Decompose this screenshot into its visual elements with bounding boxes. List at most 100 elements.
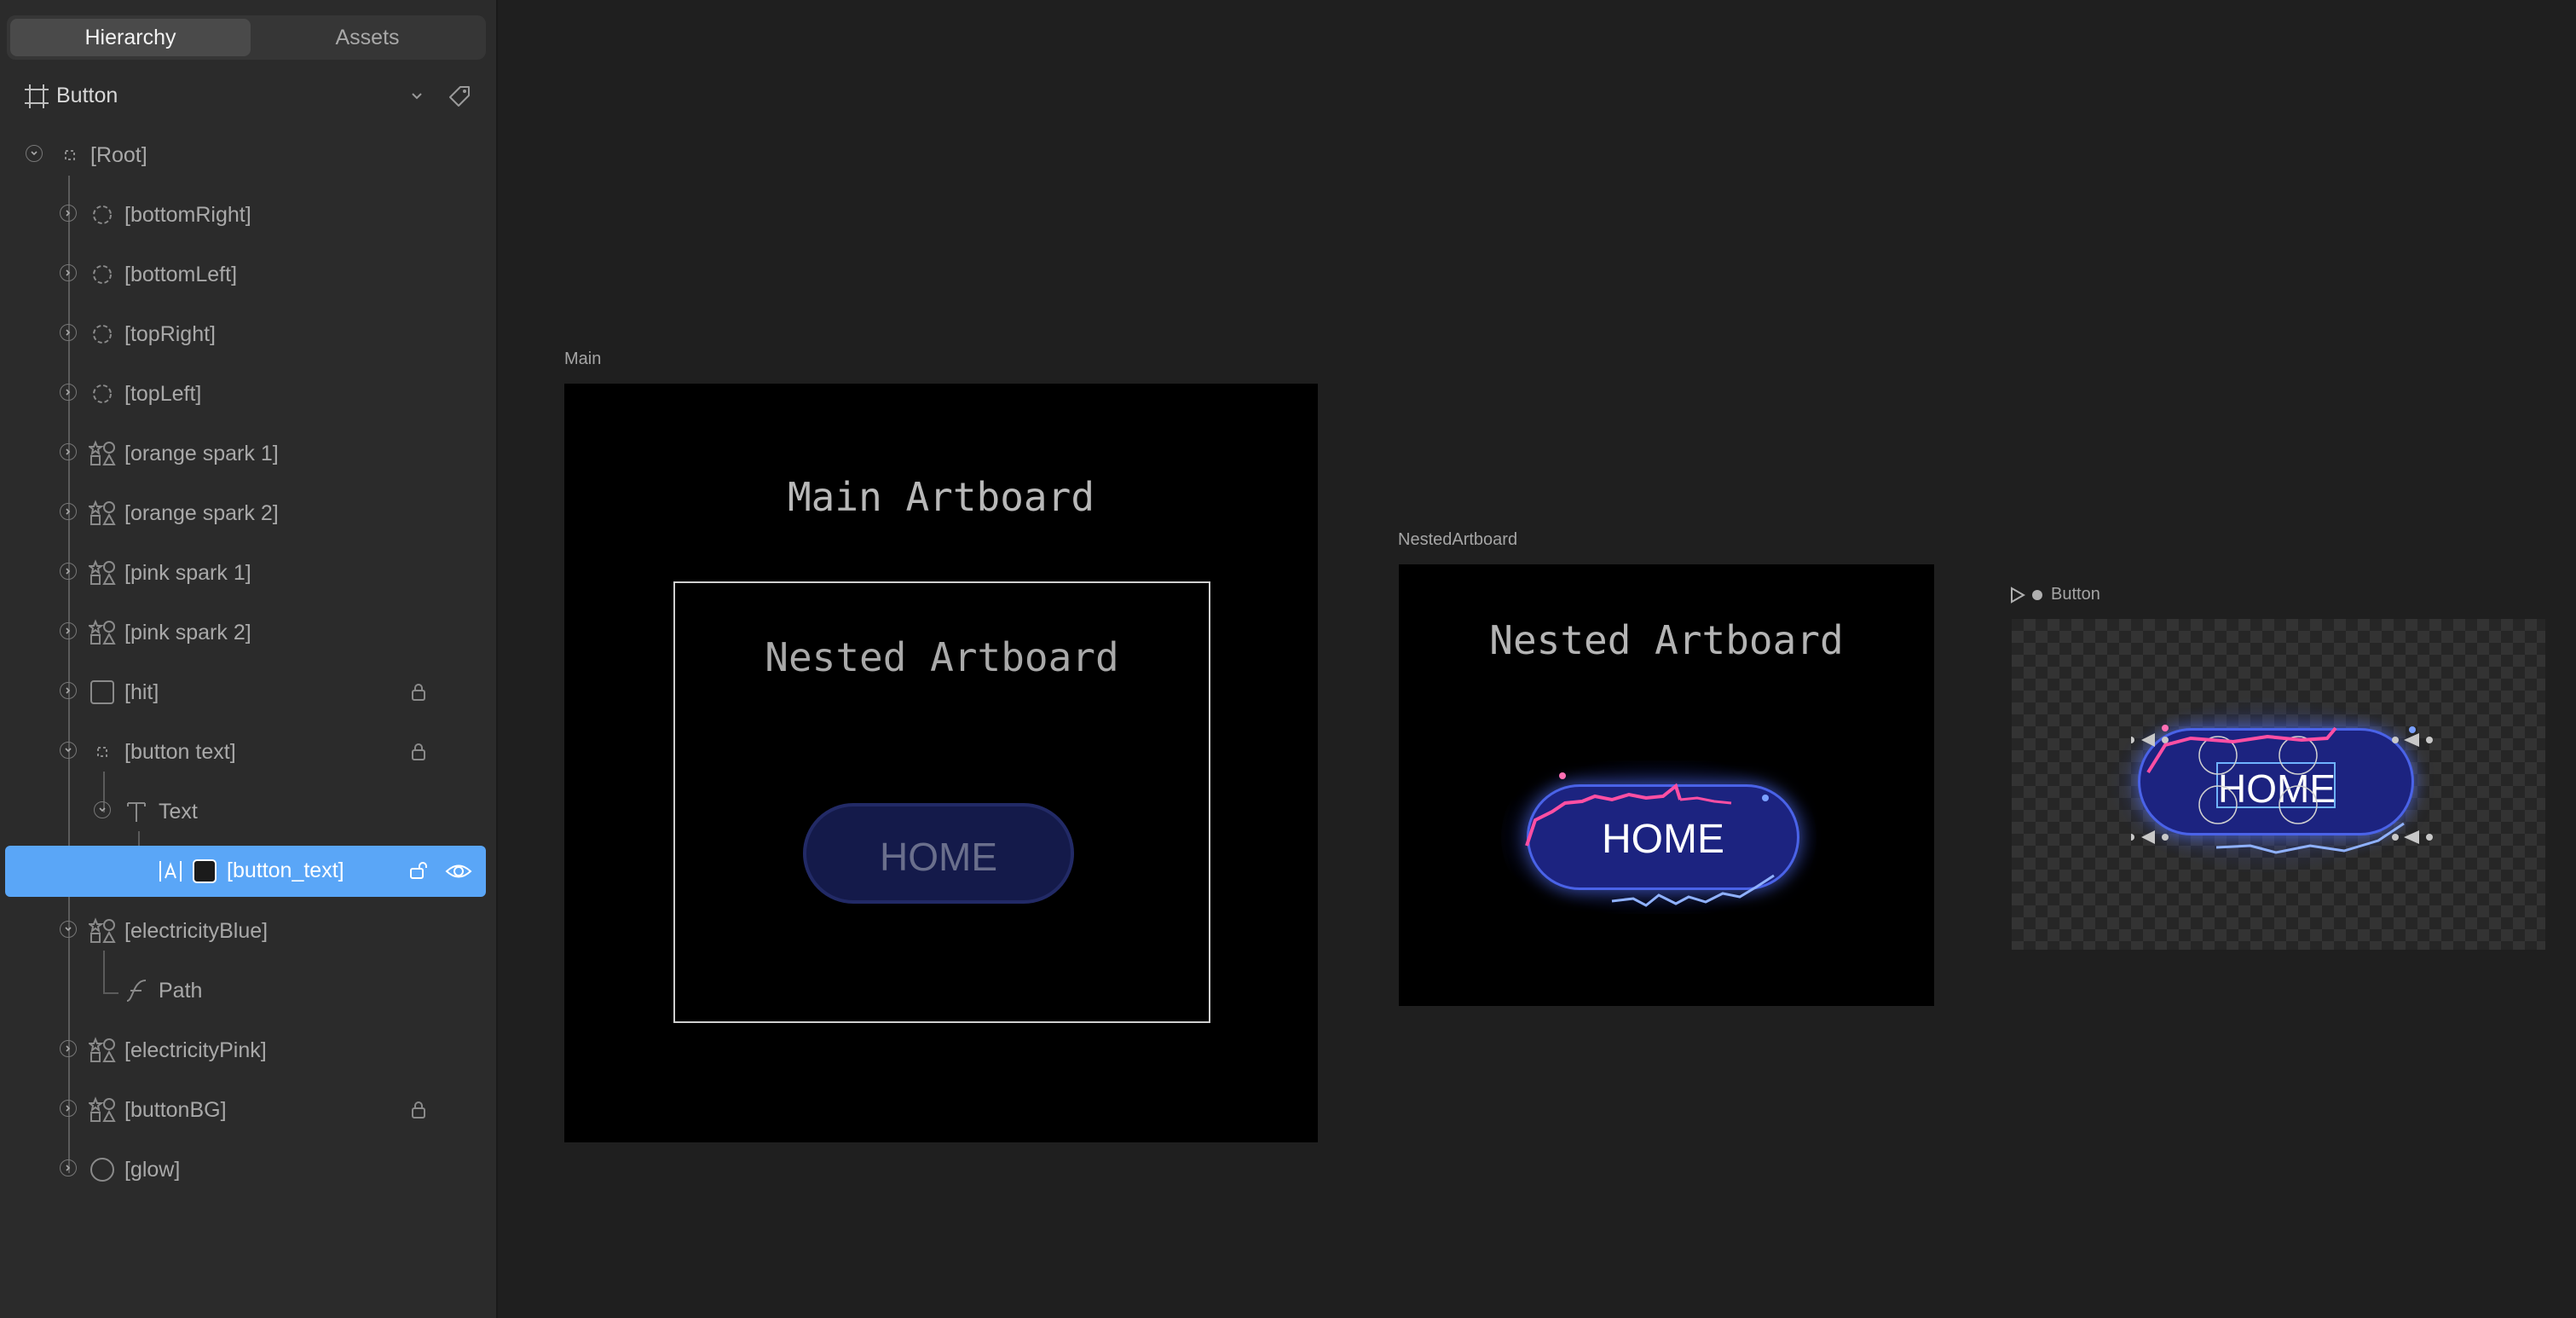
tree-label: [hit] [124,680,159,704]
tree-row-buttonBG[interactable]: [buttonBG] [0,1088,498,1132]
chevron-right-icon [66,269,71,276]
expand-toggle[interactable] [60,563,77,580]
chevron-down-icon [65,927,72,932]
tree-label: [glow] [124,1158,181,1182]
tree-label: [electricityBlue] [124,919,269,943]
chevron-right-icon [66,448,71,455]
frame-icon [25,84,49,108]
tree-row-root[interactable]: [Root] [0,133,498,177]
tree-row-pink-spark-1[interactable]: [pink spark 1] [0,551,498,595]
lock-icon[interactable] [407,1099,430,1121]
artboard-button[interactable]: HOME [2012,619,2545,950]
group-icon [97,747,107,757]
tree-row-bottomLeft[interactable]: [bottomLeft] [0,252,498,297]
tree-label: [topLeft] [124,382,202,406]
tree-row-path[interactable]: Path [0,968,498,1013]
main-artboard-heading: Main Artboard [787,474,1095,520]
tree-row-orange-spark-2[interactable]: [orange spark 2] [0,491,498,535]
tree-row-topRight[interactable]: [topRight] [0,312,498,356]
tree-label: [pink spark 2] [124,621,251,645]
shapes-icon [89,440,116,465]
tree-row-electricityBlue[interactable]: [electricityBlue] [0,909,498,953]
rectangle-icon [90,680,114,704]
nested-artboard-heading: Nested Artboard [765,634,1119,680]
expand-toggle[interactable] [60,622,77,639]
tag-icon[interactable] [447,84,472,109]
tree-row-button-text[interactable]: [button text] [0,730,498,774]
tree-label: [orange spark 1] [124,442,279,465]
shapes-icon [89,559,116,585]
lock-icon[interactable] [407,681,430,703]
electricity-effect [1525,772,1775,907]
tab-assets[interactable]: Assets [252,19,482,56]
tree-row-topLeft[interactable]: [topLeft] [0,372,498,416]
expand-toggle[interactable] [60,1040,77,1057]
tree-row-electricityPink[interactable]: [electricityPink] [0,1028,498,1072]
expand-toggle[interactable] [60,205,77,222]
tree-label: Text [159,800,198,824]
bone-handles[interactable] [2131,704,2438,875]
target-icon [93,265,112,284]
shapes-icon [89,619,116,645]
tree-label: [bottomRight] [124,203,251,227]
expand-toggle[interactable] [60,682,77,699]
artboard-main[interactable]: Main Artboard Nested Artboard HOME [564,384,1318,1142]
chevron-right-icon [66,210,71,217]
tab-hierarchy[interactable]: Hierarchy [10,19,251,56]
shapes-icon [89,1096,116,1122]
shapes-icon [89,500,116,525]
path-icon [126,980,147,1002]
chevron-down-icon [65,748,72,753]
hierarchy-panel: Hierarchy Assets Button [Root] [bottomRi… [0,0,498,1318]
nested-artboard-instance[interactable]: Nested Artboard HOME [673,581,1210,1023]
chevron-down-icon[interactable] [407,87,426,106]
eye-icon[interactable] [445,859,472,883]
tree-row-bottomRight[interactable]: [bottomRight] [0,193,498,237]
chevron-right-icon [66,389,71,396]
expand-toggle[interactable] [60,921,77,938]
home-button-preview[interactable]: HOME [803,803,1074,904]
tree-row-button-text-run[interactable]: [button_text] [5,846,486,897]
expand-toggle[interactable] [60,264,77,281]
chevron-down-icon [99,807,106,812]
artboard-nested[interactable]: Nested Artboard HOME [1399,564,1934,1006]
chevron-right-icon [66,687,71,694]
chevron-right-icon [66,627,71,634]
chevron-right-icon [66,1165,71,1171]
nested-heading: Nested Artboard [1489,617,1844,663]
expand-toggle[interactable] [60,324,77,341]
target-icon [93,325,112,344]
expand-toggle[interactable] [60,742,77,759]
play-icon[interactable] [2010,587,2025,604]
artboard-title-nested[interactable]: NestedArtboard [1398,530,1517,550]
tree-row-hit[interactable]: [hit] [0,670,498,714]
target-icon [93,205,112,224]
expand-toggle[interactable] [60,384,77,401]
artboard-title-main[interactable]: Main [564,350,601,369]
tree-label: [button text] [124,740,236,764]
chevron-right-icon [66,1045,71,1052]
tree-label: [topRight] [124,322,217,346]
unlock-icon[interactable] [407,859,430,882]
stage-canvas[interactable]: Main Main Artboard Nested Artboard HOME … [500,0,2576,1318]
fill-swatch-icon[interactable] [191,858,218,885]
shapes-icon [89,1037,116,1062]
lock-icon[interactable] [407,741,430,763]
tree-row-pink-spark-2[interactable]: [pink spark 2] [0,610,498,655]
expand-toggle[interactable] [60,443,77,460]
artboard-selector[interactable]: Button [19,80,479,114]
tree-row-glow[interactable]: [glow] [0,1147,498,1192]
artboard-name: Button [56,84,118,107]
expand-toggle[interactable] [60,503,77,520]
expand-toggle[interactable] [94,801,111,818]
text-run-icon [159,861,182,882]
target-icon [93,384,112,403]
chevron-right-icon [66,1105,71,1112]
tree-row-orange-spark-1[interactable]: [orange spark 1] [0,431,498,476]
expand-toggle[interactable] [60,1100,77,1117]
tree-row-text[interactable]: Text [0,789,498,834]
home-button-label: HOME [880,835,997,879]
expand-toggle[interactable] [60,1159,77,1176]
tree-label: [pink spark 1] [124,561,251,585]
expand-toggle[interactable] [26,145,43,162]
